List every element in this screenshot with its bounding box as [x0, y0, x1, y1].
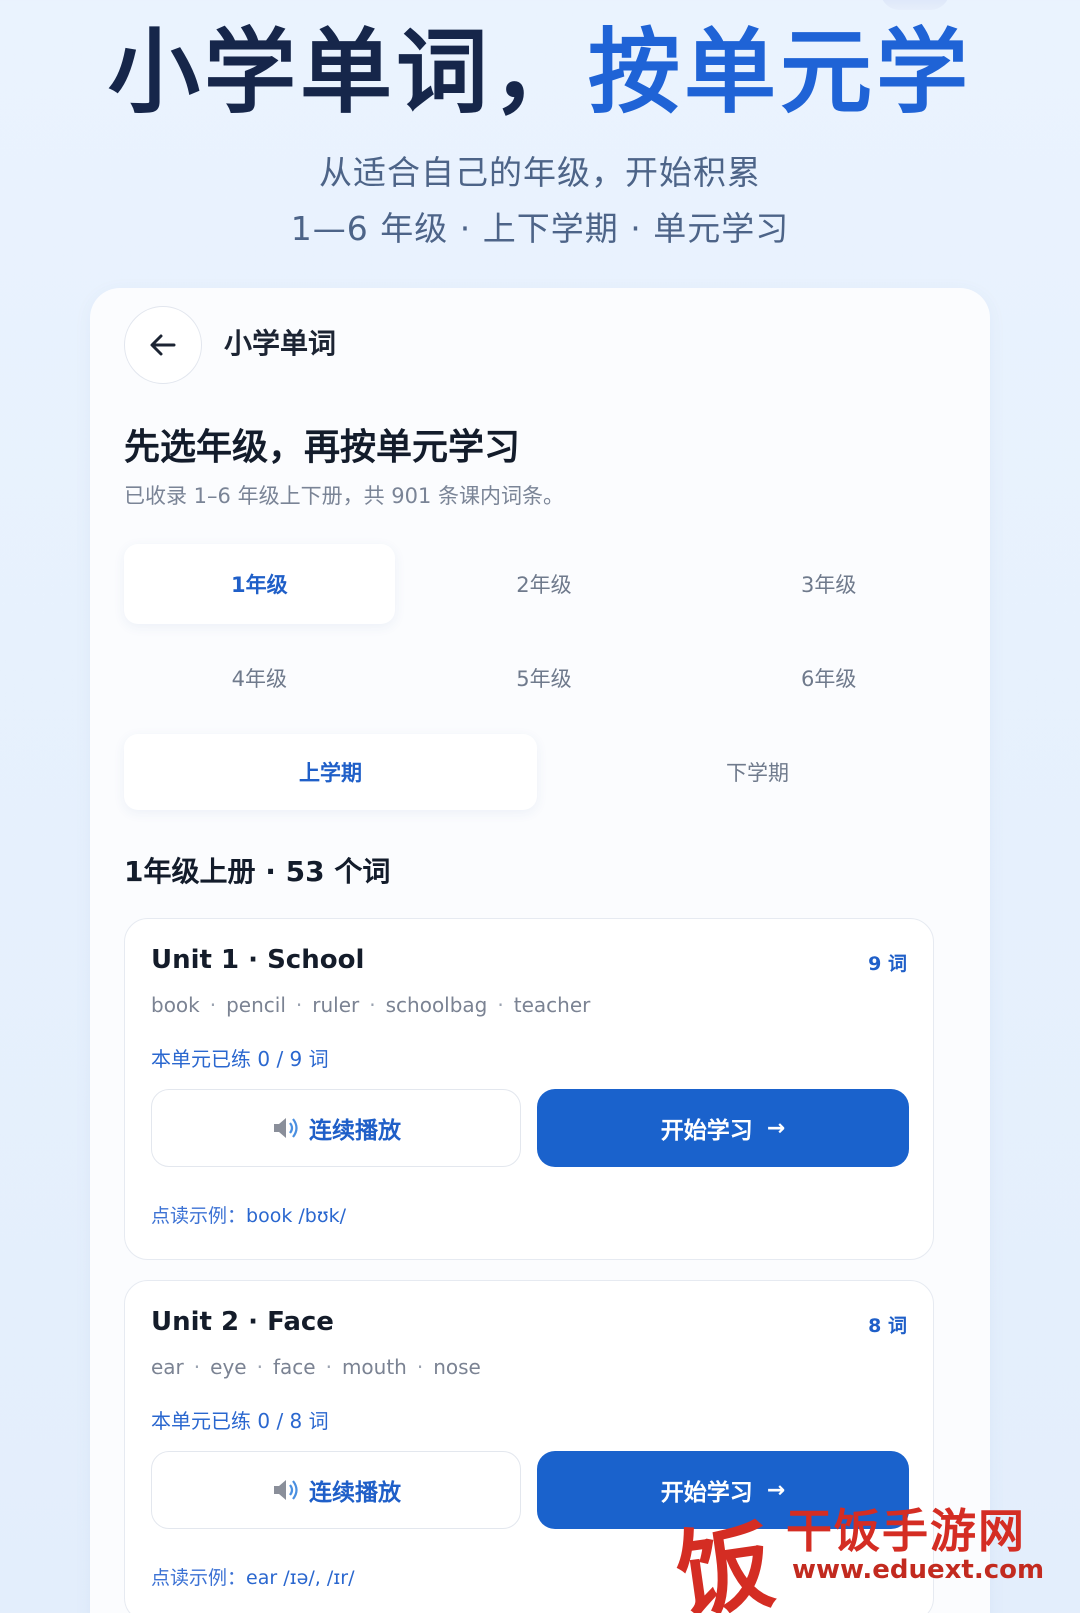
- example-label: 点读示例：: [151, 1205, 247, 1227]
- unit-word-count: 8 词: [868, 1315, 907, 1337]
- grade-option-3[interactable]: 3年级: [693, 544, 964, 624]
- word-item: mouth: [341, 1355, 407, 1379]
- hero-title: 小学单词，按单元学: [0, 18, 1080, 128]
- unit-title: Unit 1 · School: [151, 945, 365, 975]
- grade-option-4[interactable]: 4年级: [124, 638, 395, 718]
- grade-option-6[interactable]: 6年级: [693, 638, 964, 718]
- nav-title: 小学单词: [224, 327, 337, 360]
- grade-option-5[interactable]: 5年级: [409, 638, 680, 718]
- word-item: ruler: [312, 993, 360, 1017]
- grade-option-2[interactable]: 2年级: [409, 544, 680, 624]
- unit-progress: 本单元已练 0 / 8 词: [151, 1409, 329, 1433]
- example-label: 点读示例：: [151, 1567, 247, 1589]
- play-label: 连续播放: [309, 1118, 401, 1144]
- hero-title-dark: 小学单词，: [107, 19, 588, 126]
- word-item: nose: [433, 1355, 481, 1379]
- word-item: eye: [210, 1355, 247, 1379]
- arrow-left-icon: [150, 334, 176, 356]
- decorative-blob: [880, 0, 950, 10]
- section-description: 已收录 1–6 年级上下册，共 901 条课内词条。: [124, 484, 565, 508]
- start-learning-button[interactable]: 开始学习 →: [537, 1089, 909, 1167]
- watermark-url: www.eduext.com: [792, 1555, 1045, 1585]
- main-card: 小学单词 先选年级，再按单元学习 已收录 1–6 年级上下册，共 901 条课内…: [90, 288, 990, 1613]
- term-option-second[interactable]: 下学期: [551, 734, 964, 810]
- hero-title-blue: 按单元学: [588, 19, 973, 126]
- unit-card: Unit 1 · School 9 词 book · pencil · ruler ·…: [124, 918, 934, 1260]
- watermark-name: 干饭手游网: [786, 1504, 1026, 1558]
- watermark-logo-icon: 饭: [669, 1508, 781, 1613]
- start-label: 开始学习: [660, 1118, 753, 1144]
- hero-subtitle-2: 1—6 年级 · 上下学期 · 单元学习: [290, 209, 790, 248]
- pronunciation-example[interactable]: 点读示例：book /bʊk/: [151, 1201, 346, 1228]
- word-item: teacher: [513, 993, 591, 1017]
- example-value: ear /ɪə/, /ɪr/: [246, 1567, 355, 1589]
- term-selector: 上学期 下学期: [124, 734, 964, 810]
- unit-word-preview: book · pencil · ruler · schoolbag · teacher: [151, 993, 591, 1017]
- word-item: book: [151, 993, 200, 1017]
- continuous-play-button[interactable]: 连续播放: [151, 1089, 521, 1167]
- word-item: ear: [151, 1355, 184, 1379]
- example-value: book /bʊk/: [246, 1205, 346, 1227]
- unit-progress: 本单元已练 0 / 9 词: [151, 1047, 329, 1071]
- word-item: face: [272, 1355, 316, 1379]
- continuous-play-button[interactable]: 连续播放: [151, 1451, 521, 1529]
- section-heading: 先选年级，再按单元学习: [124, 427, 521, 468]
- hero-subtitle-1: 从适合自己的年级，开始积累: [319, 153, 761, 192]
- unit-word-count: 9 词: [868, 953, 907, 975]
- arrow-right-icon: →: [766, 1115, 786, 1141]
- play-label: 连续播放: [309, 1480, 401, 1506]
- grade-selector: 1年级 2年级 3年级 4年级 5年级 6年级: [124, 544, 964, 718]
- word-item: pencil: [226, 993, 286, 1017]
- unit-title: Unit 2 · Face: [151, 1307, 334, 1337]
- speaker-icon: [274, 1480, 298, 1500]
- term-option-first[interactable]: 上学期: [124, 734, 537, 810]
- grade-option-1[interactable]: 1年级: [124, 544, 395, 624]
- back-button[interactable]: [124, 306, 202, 384]
- site-watermark: 饭 干饭手游网 www.eduext.com: [670, 1493, 1056, 1613]
- pronunciation-example[interactable]: 点读示例：ear /ɪə/, /ɪr/: [151, 1563, 355, 1590]
- unit-list-heading: 1年级上册 · 53 个词: [124, 855, 391, 888]
- speaker-icon: [274, 1118, 298, 1138]
- unit-word-preview: ear · eye · face · mouth · nose: [151, 1355, 481, 1379]
- word-item: schoolbag: [385, 993, 488, 1017]
